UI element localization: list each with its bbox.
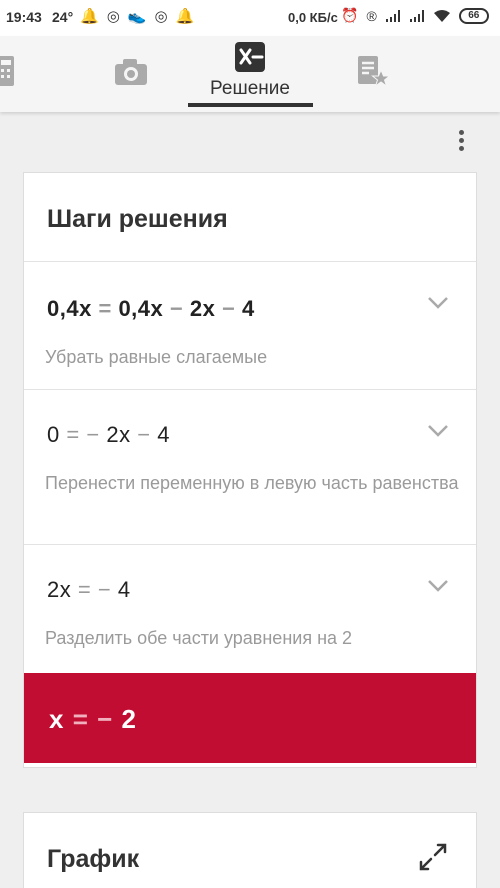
tab-bookmarks[interactable] (350, 36, 410, 112)
system-icons: ⏰ ® 66 (341, 7, 489, 24)
notification-icons: 🔔 ◎ 👟 ◎ 🔔 (80, 7, 194, 25)
signal-icon (409, 9, 424, 22)
solution-step[interactable]: 2x = − 4 Разделить обе части уравнения н… (24, 544, 476, 673)
chevron-down-icon[interactable] (427, 579, 449, 593)
status-temperature: 24° (52, 9, 74, 25)
wifi-icon (433, 9, 450, 22)
graph-card: График (23, 812, 477, 888)
shoe-icon: 👟 (127, 8, 147, 25)
solution-icon (235, 42, 265, 72)
solution-step[interactable]: 0,4x = 0,4x − 2x − 4 Убрать равные слага… (24, 261, 476, 389)
active-tab-indicator (188, 103, 313, 107)
step-equation: 2x = − 4 (47, 577, 131, 602)
solution-steps-card: Шаги решения 0,4x = 0,4x − 2x − 4 Убрать… (23, 172, 477, 768)
steps-card-title: Шаги решения (47, 205, 228, 233)
signal-icon (385, 9, 400, 22)
step-description: Перенести переменную в левую часть равен… (45, 473, 459, 493)
chrome-icon: ◎ (154, 8, 168, 25)
step-equation: 0 = − 2x − 4 (47, 422, 170, 447)
chevron-down-icon[interactable] (427, 296, 449, 310)
tab-camera[interactable] (100, 36, 160, 112)
graph-card-title: График (47, 845, 140, 873)
status-bar: 19:43 24° 🔔 ◎ 👟 ◎ 🔔 0,0 КБ/с ⏰ ® 66 (0, 0, 500, 36)
chevron-down-icon[interactable] (427, 424, 449, 438)
tab-solution-label: Решение (210, 78, 290, 99)
camera-icon (115, 59, 147, 85)
step-description: Убрать равные слагаемые (45, 347, 268, 367)
more-options-icon[interactable] (451, 128, 471, 156)
notification-bell-icon: 🔔 (80, 8, 99, 25)
step-description: Разделить обе части уравнения на 2 (45, 628, 353, 648)
notification-bell-icon: 🔔 (175, 8, 195, 25)
solution-step[interactable]: 0 = − 2x − 4 Перенести переменную в леву… (24, 389, 476, 544)
tab-solution[interactable]: Решение (190, 36, 310, 112)
expand-icon[interactable] (419, 843, 447, 871)
chrome-icon: ◎ (106, 8, 120, 25)
top-toolbar: Решение (0, 36, 500, 112)
tab-calculator[interactable] (0, 36, 30, 112)
answer-equation: x = − 2 (49, 704, 138, 734)
alarm-clock-icon: ⏰ (341, 7, 359, 23)
battery-indicator: 66 (458, 7, 489, 24)
calculator-icon (0, 56, 14, 86)
status-time: 19:43 (6, 9, 42, 25)
bookmarks-star-icon (358, 56, 390, 88)
step-equation: 0,4x = 0,4x − 2x − 4 (47, 296, 255, 321)
network-speed: 0,0 КБ/с (288, 10, 338, 25)
registered-icon: ® (366, 7, 377, 24)
final-answer: x = − 2 (24, 673, 476, 763)
